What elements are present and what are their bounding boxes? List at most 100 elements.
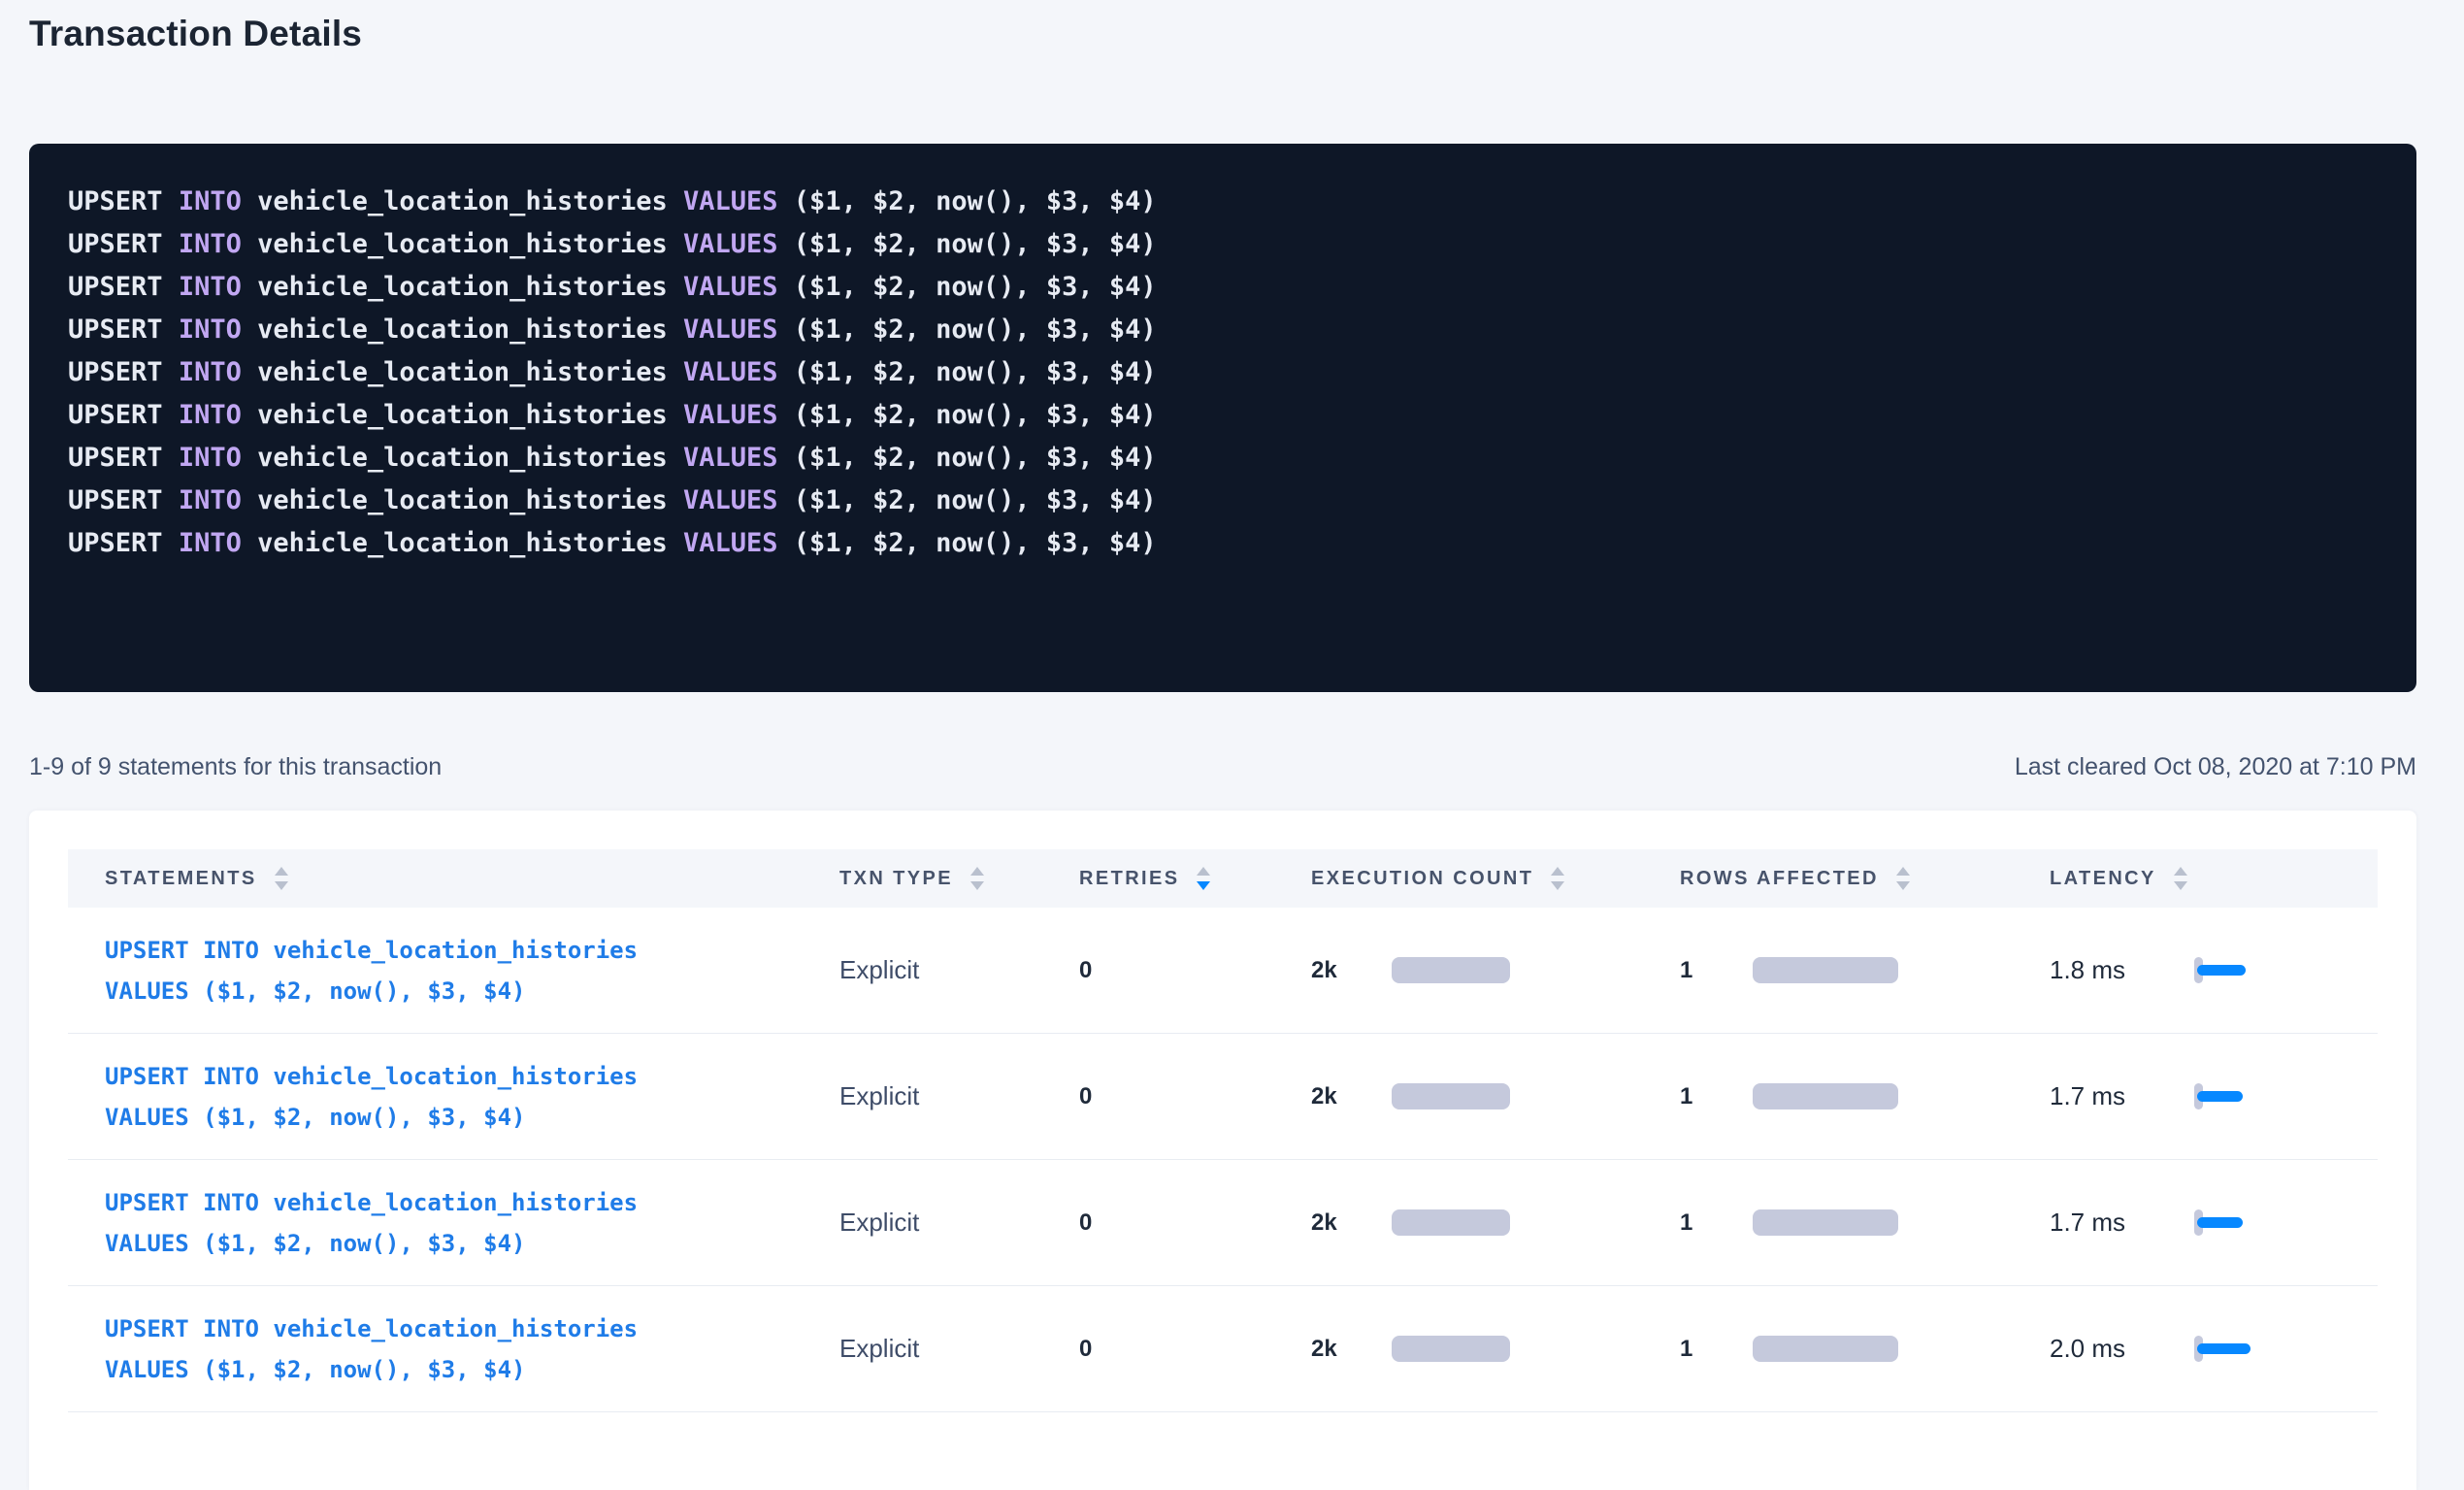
column-header-label: RETRIES <box>1079 868 1179 890</box>
sort-control[interactable] <box>275 867 288 890</box>
sql-text: UPSERT <box>68 272 163 302</box>
latency-bar-chart <box>2194 1083 2246 1109</box>
sql-text: UPSERT <box>68 485 163 515</box>
sort-desc-icon[interactable] <box>1197 881 1210 890</box>
table-body: UPSERT INTO vehicle_location_historiesVA… <box>68 908 2378 1412</box>
sql-text: ($1, $2, now(), $3, $4) <box>778 443 1157 473</box>
sort-control[interactable] <box>2174 867 2187 890</box>
latency-value: 2.0 ms <box>2050 1334 2194 1364</box>
statement-line-1: UPSERT INTO vehicle_location_histories <box>105 1056 803 1097</box>
statements-count-text: 1-9 of 9 statements for this transaction <box>29 753 442 781</box>
sql-code-line: UPSERT INTO vehicle_location_histories V… <box>68 181 2378 223</box>
sql-keyword: VALUES <box>683 528 778 558</box>
latency-cell: 1.7 ms <box>2013 1081 2378 1111</box>
txn-type-cell: Explicit <box>803 955 1042 985</box>
sql-text <box>163 272 179 302</box>
sort-control[interactable] <box>1896 867 1910 890</box>
statements-table-card: STATEMENTS TXN TYPE RETRIES EXECUTION COUNT… <box>29 811 2416 1490</box>
sql-text <box>163 357 179 387</box>
execution-count-value: 2k <box>1311 1209 1392 1237</box>
sort-asc-icon[interactable] <box>1896 867 1910 876</box>
sql-text: vehicle_location_histories <box>242 443 683 473</box>
execution-count-cell: 2k <box>1274 1209 1643 1237</box>
sql-text: ($1, $2, now(), $3, $4) <box>778 528 1157 558</box>
sql-text <box>163 315 179 345</box>
txn-type-cell: Explicit <box>803 1081 1042 1111</box>
column-header-txn-type[interactable]: TXN TYPE <box>803 867 1042 890</box>
statement-link[interactable]: UPSERT INTO vehicle_location_historiesVA… <box>105 1056 803 1138</box>
sort-desc-icon[interactable] <box>275 881 288 890</box>
sql-text: vehicle_location_histories <box>242 485 683 515</box>
execution-count-bar <box>1392 1336 1510 1362</box>
last-cleared-text: Last cleared Oct 08, 2020 at 7:10 PM <box>2015 753 2416 781</box>
sql-code-line: UPSERT INTO vehicle_location_histories V… <box>68 351 2378 394</box>
table-row: UPSERT INTO vehicle_location_historiesVA… <box>68 1034 2378 1160</box>
retries-cell: 0 <box>1042 1083 1274 1110</box>
latency-bar <box>2197 1343 2250 1354</box>
column-header-label: STATEMENTS <box>105 868 257 890</box>
rows-affected-cell: 1 <box>1643 1336 2013 1363</box>
sort-desc-icon[interactable] <box>1896 881 1910 890</box>
sql-keyword: VALUES <box>683 443 778 473</box>
sql-code-line: UPSERT INTO vehicle_location_histories V… <box>68 266 2378 309</box>
execution-count-value: 2k <box>1311 1083 1392 1110</box>
column-header-latency[interactable]: LATENCY <box>2013 867 2378 890</box>
column-header-rows-affected[interactable]: ROWS AFFECTED <box>1643 867 2013 890</box>
sort-asc-icon[interactable] <box>1551 867 1564 876</box>
sort-control[interactable] <box>1197 867 1210 890</box>
statement-line-2: VALUES ($1, $2, now(), $3, $4) <box>105 1349 803 1390</box>
statement-link[interactable]: UPSERT INTO vehicle_location_historiesVA… <box>105 1308 803 1390</box>
sort-asc-icon[interactable] <box>970 867 984 876</box>
statement-line-2: VALUES ($1, $2, now(), $3, $4) <box>105 1223 803 1264</box>
statement-line-2: VALUES ($1, $2, now(), $3, $4) <box>105 1097 803 1138</box>
sql-text: ($1, $2, now(), $3, $4) <box>778 229 1157 259</box>
sql-keyword: INTO <box>179 186 242 216</box>
latency-value: 1.8 ms <box>2050 955 2194 985</box>
sort-asc-icon[interactable] <box>275 867 288 876</box>
latency-bar <box>2197 965 2246 976</box>
latency-cell: 2.0 ms <box>2013 1334 2378 1364</box>
summary-bar: 1-9 of 9 statements for this transaction… <box>29 747 2416 786</box>
column-header-execution-count[interactable]: EXECUTION COUNT <box>1274 867 1643 890</box>
rows-affected-bar <box>1753 957 1898 983</box>
sort-control[interactable] <box>1551 867 1564 890</box>
rows-affected-bar <box>1753 1336 1898 1362</box>
sort-asc-icon[interactable] <box>2174 867 2187 876</box>
retries-cell: 0 <box>1042 957 1274 984</box>
sql-code-line: UPSERT INTO vehicle_location_histories V… <box>68 223 2378 266</box>
column-header-statements[interactable]: STATEMENTS <box>68 867 803 890</box>
sql-text: vehicle_location_histories <box>242 400 683 430</box>
sql-keyword: INTO <box>179 485 242 515</box>
sql-keyword: VALUES <box>683 357 778 387</box>
sql-code-line: UPSERT INTO vehicle_location_histories V… <box>68 394 2378 437</box>
transaction-details-page: Transaction Details UPSERT INTO vehicle_… <box>0 0 2464 1407</box>
sql-text: ($1, $2, now(), $3, $4) <box>778 315 1157 345</box>
sql-keyword: VALUES <box>683 315 778 345</box>
rows-affected-value: 1 <box>1680 1336 1753 1363</box>
sort-desc-icon[interactable] <box>2174 881 2187 890</box>
latency-cell: 1.8 ms <box>2013 955 2378 985</box>
statement-link[interactable]: UPSERT INTO vehicle_location_historiesVA… <box>105 930 803 1011</box>
latency-value: 1.7 ms <box>2050 1081 2194 1111</box>
statement-cell: UPSERT INTO vehicle_location_historiesVA… <box>68 1308 803 1390</box>
sql-text <box>163 400 179 430</box>
sort-control[interactable] <box>970 867 984 890</box>
execution-count-cell: 2k <box>1274 1083 1643 1110</box>
column-header-retries[interactable]: RETRIES <box>1042 867 1274 890</box>
sql-text: ($1, $2, now(), $3, $4) <box>778 272 1157 302</box>
sort-asc-icon[interactable] <box>1197 867 1210 876</box>
rows-affected-bar <box>1753 1083 1898 1109</box>
sql-code-line: UPSERT INTO vehicle_location_histories V… <box>68 309 2378 351</box>
execution-count-cell: 2k <box>1274 1336 1643 1363</box>
rows-affected-value: 1 <box>1680 957 1753 984</box>
sql-code-line: UPSERT INTO vehicle_location_histories V… <box>68 480 2378 522</box>
sql-keyword: INTO <box>179 528 242 558</box>
sql-text: vehicle_location_histories <box>242 229 683 259</box>
latency-cell: 1.7 ms <box>2013 1208 2378 1238</box>
sort-desc-icon[interactable] <box>970 881 984 890</box>
sql-text <box>163 528 179 558</box>
statement-link[interactable]: UPSERT INTO vehicle_location_historiesVA… <box>105 1182 803 1264</box>
sql-text: UPSERT <box>68 528 163 558</box>
sql-keyword: INTO <box>179 443 242 473</box>
sort-desc-icon[interactable] <box>1551 881 1564 890</box>
